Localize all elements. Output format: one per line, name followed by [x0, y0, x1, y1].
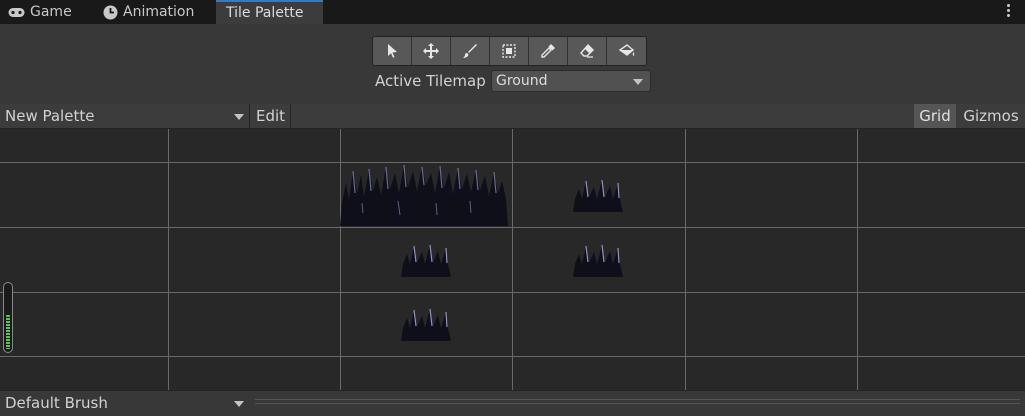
more-options-icon[interactable] [1007, 4, 1011, 20]
grid-line [857, 129, 858, 390]
eyedropper-icon [541, 44, 555, 58]
box-fill-button[interactable] [490, 37, 529, 65]
tab-label: Game [30, 4, 72, 20]
grid-line [0, 227, 1025, 228]
grid-line [512, 129, 513, 390]
zoom-level-fill [6, 314, 10, 349]
active-tilemap-value: Ground [496, 73, 548, 89]
chevron-down-icon [633, 79, 643, 85]
arrow-pointer-icon [388, 44, 397, 58]
box-fill-icon [502, 44, 516, 58]
active-tilemap-label: Active Tilemap [375, 72, 486, 90]
paint-brush-button[interactable] [451, 37, 490, 65]
eraser-icon [580, 43, 594, 58]
grass-tile[interactable] [400, 306, 452, 342]
grid-line [0, 356, 1025, 357]
grid-line [0, 162, 1025, 163]
tab-game[interactable]: Game [8, 0, 96, 24]
active-tilemap-dropdown[interactable]: Ground [491, 70, 651, 92]
palette-name: New Palette [5, 107, 95, 125]
brush-inspector-splitter[interactable] [255, 399, 1020, 404]
fill-bucket-button[interactable] [607, 37, 646, 65]
tab-tile-palette[interactable]: Tile Palette [216, 0, 323, 24]
brush-name: Default Brush [5, 394, 108, 412]
clock-icon [103, 5, 118, 19]
grass-tile[interactable] [572, 177, 624, 213]
brush-toolbar: Default Brush [0, 390, 1025, 416]
editor-tab-bar: Game Animation Tile Palette [0, 0, 1025, 24]
picker-button[interactable] [529, 37, 568, 65]
edit-button[interactable]: Edit [251, 104, 291, 128]
select-tool-button[interactable] [373, 37, 412, 65]
chevron-down-icon [234, 114, 244, 120]
palette-toolbar: New Palette Edit Grid Gizmos [0, 104, 1025, 129]
brush-dropdown[interactable]: Default Brush [0, 391, 250, 416]
paintbrush-icon [463, 44, 477, 58]
move-arrows-icon [423, 43, 439, 59]
paint-bucket-icon [618, 44, 634, 56]
zoom-level-indicator[interactable] [3, 282, 13, 353]
grid-toggle-button[interactable]: Grid [914, 104, 956, 128]
palette-dropdown[interactable]: New Palette [0, 104, 250, 128]
grid-line [168, 129, 169, 390]
eraser-button[interactable] [568, 37, 607, 65]
tab-label: Animation [123, 4, 195, 20]
grass-tile[interactable] [400, 242, 452, 278]
chevron-down-icon [234, 401, 244, 407]
grass-tile[interactable] [572, 242, 624, 278]
grid-line [0, 292, 1025, 293]
palette-canvas[interactable] [0, 129, 1025, 390]
tab-animation[interactable]: Animation [103, 0, 213, 24]
grass-tile-large[interactable] [340, 163, 509, 227]
move-tool-button[interactable] [412, 37, 451, 65]
tile-tools-toolbar [372, 36, 647, 66]
gamepad-icon [8, 7, 25, 17]
tab-label: Tile Palette [226, 5, 304, 21]
grid-line [685, 129, 686, 390]
gizmos-toggle-button[interactable]: Gizmos [957, 104, 1025, 128]
